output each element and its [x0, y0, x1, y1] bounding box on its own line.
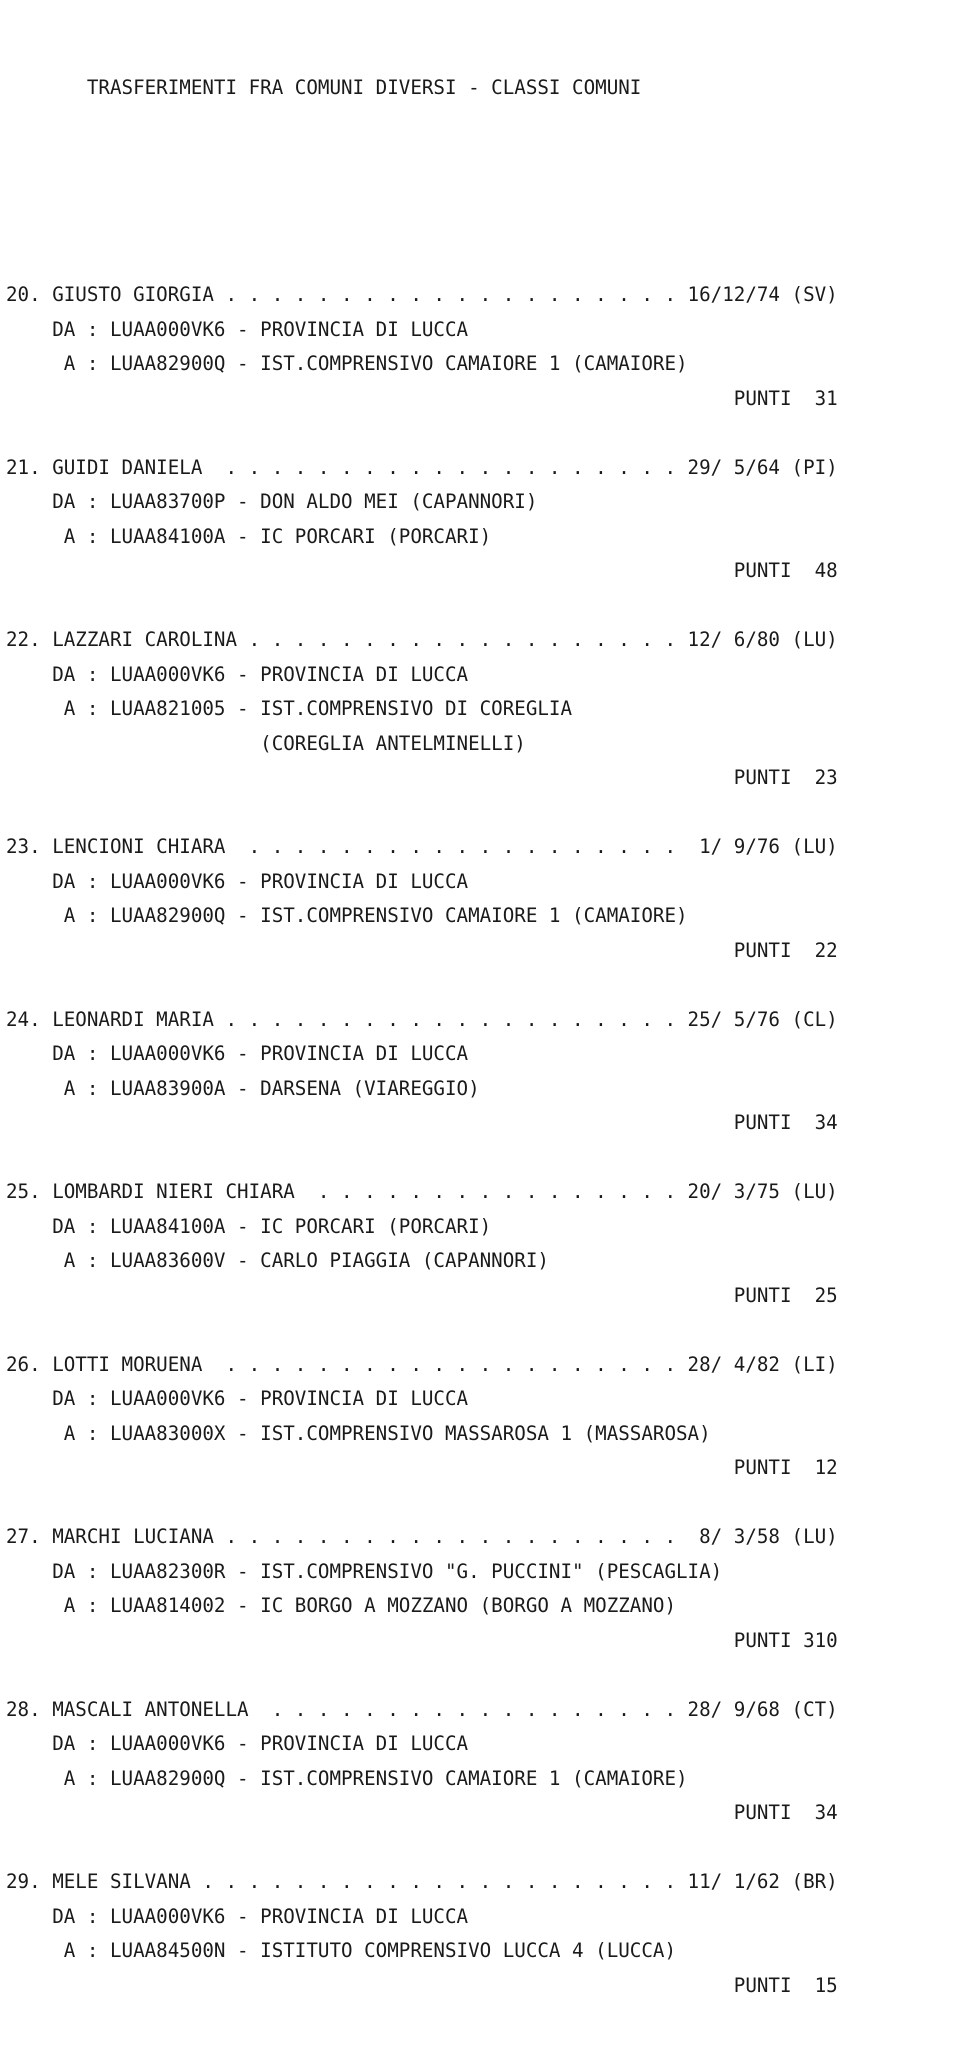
- document-page: TRASFERIMENTI FRA COMUNI DIVERSI - CLASS…: [0, 0, 960, 1997]
- record-separator: [6, 416, 954, 451]
- transfer-record: 23. LENCIONI CHIARA . . . . . . . . . . …: [6, 830, 954, 1003]
- transfer-record: 22. LAZZARI CAROLINA . . . . . . . . . .…: [6, 623, 954, 830]
- record-to-line: A : LUAA814002 - IC BORGO A MOZZANO (BOR…: [6, 1594, 677, 1617]
- record-points-line: PUNTI 25: [6, 1283, 838, 1307]
- record-to-line: A : LUAA82900Q - IST.COMPRENSIVO CAMAIOR…: [6, 352, 688, 375]
- record-from-line: DA : LUAA000VK6 - PROVINCIA DI LUCCA: [6, 869, 469, 893]
- record-header-line: 25. LOMBARDI NIERI CHIARA . . . . . . . …: [6, 1180, 838, 1203]
- record-header-line: 28. MASCALI ANTONELLA . . . . . . . . . …: [6, 1697, 838, 1721]
- record-header-line: 22. LAZZARI CAROLINA . . . . . . . . . .…: [6, 628, 838, 651]
- record-separator: [6, 1313, 954, 1348]
- record-to-line: A : LUAA83600V - CARLO PIAGGIA (CAPANNOR…: [6, 1249, 549, 1272]
- page-title: TRASFERIMENTI FRA COMUNI DIVERSI - CLASS…: [6, 76, 642, 99]
- transfer-record: 24. LEONARDI MARIA . . . . . . . . . . .…: [6, 1003, 954, 1176]
- record-to-line: A : LUAA84500N - ISTITUTO COMPRENSIVO LU…: [6, 1939, 677, 1962]
- record-separator: [6, 1141, 954, 1176]
- record-from-line: DA : LUAA84100A - IC PORCARI (PORCARI): [6, 1214, 492, 1238]
- record-to-extra-line: (COREGLIA ANTELMINELLI): [6, 731, 526, 755]
- record-from-line: DA : LUAA000VK6 - PROVINCIA DI LUCCA: [6, 1387, 469, 1410]
- transfer-record: 26. LOTTI MORUENA . . . . . . . . . . . …: [6, 1348, 954, 1521]
- record-separator: [6, 796, 954, 831]
- record-to-line: A : LUAA83000X - IST.COMPRENSIVO MASSARO…: [6, 1421, 711, 1445]
- record-to-line: A : LUAA82900Q - IST.COMPRENSIVO CAMAIOR…: [6, 1766, 688, 1790]
- transfer-record: 29. MELE SILVANA . . . . . . . . . . . .…: [6, 1865, 954, 2003]
- record-points-line: PUNTI 310: [6, 1628, 838, 1652]
- record-to-line: A : LUAA82900Q - IST.COMPRENSIVO CAMAIOR…: [6, 904, 688, 927]
- record-from-line: DA : LUAA000VK6 - PROVINCIA DI LUCCA: [6, 317, 469, 341]
- record-points-line: PUNTI 23: [6, 766, 838, 789]
- record-to-line: A : LUAA83900A - DARSENA (VIAREGGIO): [6, 1076, 480, 1100]
- record-header-line: 20. GIUSTO GIORGIA . . . . . . . . . . .…: [6, 283, 838, 306]
- record-from-line: DA : LUAA000VK6 - PROVINCIA DI LUCCA: [6, 662, 469, 686]
- record-header-line: 29. MELE SILVANA . . . . . . . . . . . .…: [6, 1870, 838, 1893]
- record-separator: [6, 1658, 954, 1693]
- record-from-line: DA : LUAA82300R - IST.COMPRENSIVO "G. PU…: [6, 1559, 723, 1583]
- record-header-line: 26. LOTTI MORUENA . . . . . . . . . . . …: [6, 1352, 838, 1376]
- transfer-record: 28. MASCALI ANTONELLA . . . . . . . . . …: [6, 1693, 954, 1866]
- record-from-line: DA : LUAA000VK6 - PROVINCIA DI LUCCA: [6, 1042, 469, 1065]
- record-separator: [6, 589, 954, 624]
- record-from-line: DA : LUAA000VK6 - PROVINCIA DI LUCCA: [6, 1904, 469, 1928]
- record-header-line: 21. GUIDI DANIELA . . . . . . . . . . . …: [6, 455, 838, 479]
- record-from-line: DA : LUAA000VK6 - PROVINCIA DI LUCCA: [6, 1732, 469, 1755]
- record-header-line: 27. MARCHI LUCIANA . . . . . . . . . . .…: [6, 1525, 838, 1548]
- record-points-line: PUNTI 15: [6, 1973, 838, 1997]
- transfer-record: 20. GIUSTO GIORGIA . . . . . . . . . . .…: [6, 278, 954, 451]
- document-body: TRASFERIMENTI FRA COMUNI DIVERSI - CLASS…: [6, 2, 954, 2072]
- transfer-record: 21. GUIDI DANIELA . . . . . . . . . . . …: [6, 451, 954, 624]
- record-points-line: PUNTI 34: [6, 1801, 838, 1824]
- record-separator: [6, 1486, 954, 1521]
- record-points-line: PUNTI 34: [6, 1111, 838, 1134]
- record-points-line: PUNTI 22: [6, 938, 838, 962]
- record-from-line: DA : LUAA83700P - DON ALDO MEI (CAPANNOR…: [6, 490, 538, 513]
- transfer-record: 25. LOMBARDI NIERI CHIARA . . . . . . . …: [6, 1175, 954, 1348]
- record-points-line: PUNTI 12: [6, 1456, 838, 1479]
- record-header-line: 23. LENCIONI CHIARA . . . . . . . . . . …: [6, 835, 838, 858]
- record-list: 20. GIUSTO GIORGIA . . . . . . . . . . .…: [6, 278, 954, 2003]
- record-header-line: 24. LEONARDI MARIA . . . . . . . . . . .…: [6, 1007, 838, 1031]
- record-to-line: A : LUAA821005 - IST.COMPRENSIVO DI CORE…: [6, 697, 573, 720]
- transfer-record: 27. MARCHI LUCIANA . . . . . . . . . . .…: [6, 1520, 954, 1693]
- record-to-line: A : LUAA84100A - IC PORCARI (PORCARI): [6, 524, 492, 548]
- record-points-line: PUNTI 48: [6, 559, 838, 582]
- record-separator: [6, 968, 954, 1003]
- record-points-line: PUNTI 31: [6, 386, 838, 410]
- record-separator: [6, 1831, 954, 1866]
